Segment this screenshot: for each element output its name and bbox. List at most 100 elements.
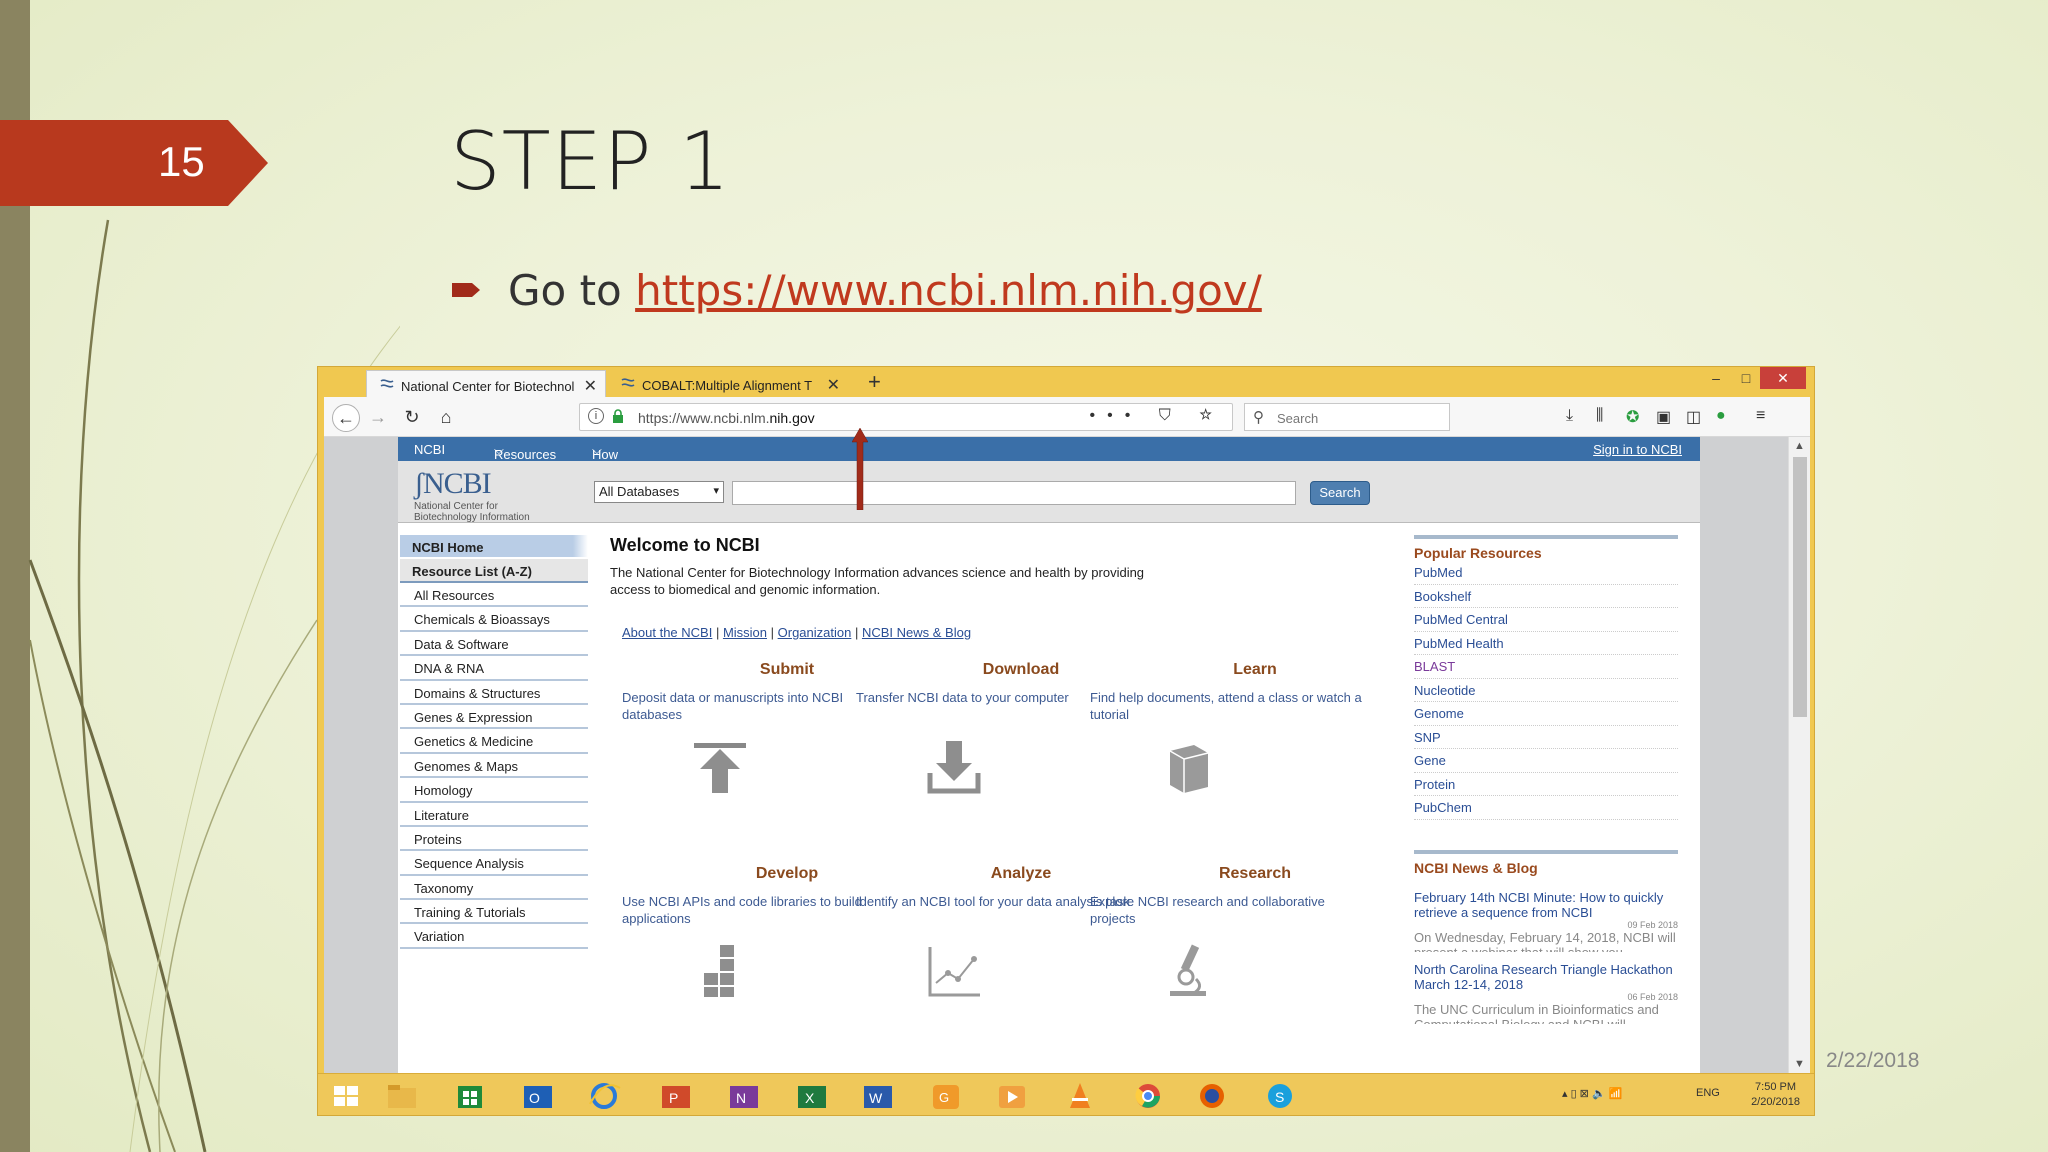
mission-link[interactable]: Mission	[723, 625, 767, 640]
popular-resource-link[interactable]: PubMed	[1414, 561, 1678, 585]
signin-link[interactable]: Sign in to NCBI	[1593, 442, 1682, 457]
sidebar-item[interactable]: Genomes & Maps	[400, 753, 588, 779]
popular-resource-link[interactable]: Bookshelf	[1414, 585, 1678, 608]
scroll-up-icon[interactable]: ▲	[1794, 440, 1805, 452]
grammarly-icon[interactable]: ●	[1716, 407, 1726, 425]
windows-start-icon[interactable]	[328, 1080, 364, 1112]
sidebar-icon[interactable]: ◫	[1686, 407, 1701, 427]
sidebar-item[interactable]: Taxonomy	[400, 875, 588, 901]
sidebar-item[interactable]: Proteins	[400, 826, 588, 852]
scroll-down-icon[interactable]: ▼	[1794, 1058, 1805, 1070]
about-link[interactable]: About the NCBI	[622, 625, 712, 640]
back-icon[interactable]: ←	[332, 404, 360, 432]
scroll-thumb[interactable]	[1793, 457, 1807, 717]
sidebar-item[interactable]: Literature	[400, 802, 588, 827]
sidebar-item[interactable]: Chemicals & Bioassays	[400, 607, 588, 632]
database-select[interactable]: All Databases ▾	[594, 481, 724, 503]
sidebar-item[interactable]: Domains & Structures	[400, 680, 588, 705]
tray-icons[interactable]: ▴ ▯ ⊠ 🔈 📶	[1562, 1087, 1622, 1100]
svg-text:G: G	[939, 1090, 949, 1105]
popular-resource-link[interactable]: Gene	[1414, 749, 1678, 773]
word-icon[interactable]: W	[860, 1080, 896, 1112]
pdf-app-icon[interactable]: G	[928, 1080, 964, 1112]
close-window-button[interactable]: ✕	[1760, 367, 1806, 389]
browser-screenshot: National Center for Biotechnol ✕ COBALT:…	[317, 366, 1815, 1116]
sidebar-item[interactable]: Homology	[400, 778, 588, 803]
sidebar-item[interactable]: Training & Tutorials	[400, 900, 588, 925]
ncbi-search-button[interactable]: Search	[1310, 481, 1370, 505]
media-player-icon[interactable]	[994, 1080, 1030, 1112]
news-item-snippet: On Wednesday, February 14, 2018, NCBI wi…	[1414, 929, 1676, 952]
skype-icon[interactable]: S	[1262, 1080, 1298, 1112]
card-research[interactable]: Research Explore NCBI research and colla…	[1090, 865, 1370, 996]
popular-resource-link[interactable]: PubChem	[1414, 796, 1678, 820]
chevron-down-icon: ▾	[713, 485, 719, 497]
forward-icon[interactable]: →	[364, 404, 392, 432]
tab-cobalt[interactable]: COBALT:Multiple Alignment T ✕	[608, 370, 848, 398]
nav-ncbi-home[interactable]: NCBI Home	[400, 535, 588, 559]
popular-resource-link[interactable]: PubMed Central	[1414, 608, 1678, 632]
popular-resource-link[interactable]: Genome	[1414, 702, 1678, 726]
popular-resources-title: Popular Resources	[1414, 545, 1542, 561]
card-learn[interactable]: Learn Find help documents, attend a clas…	[1090, 661, 1370, 793]
browser-search-input[interactable]: ⚲ Search	[1244, 403, 1450, 431]
news-blog-link[interactable]: NCBI News & Blog	[862, 625, 971, 640]
popular-resource-link[interactable]: Protein	[1414, 773, 1678, 796]
outlook-icon[interactable]: O	[520, 1080, 556, 1112]
reload-icon[interactable]: ↻	[398, 404, 426, 432]
sidebar-item[interactable]: DNA & RNA	[400, 656, 588, 681]
new-tab-button[interactable]: +	[868, 369, 881, 395]
download-icon	[927, 741, 981, 794]
news-item-title[interactable]: North Carolina Research Triangle Hackath…	[1414, 962, 1678, 992]
internet-explorer-icon[interactable]	[586, 1080, 622, 1112]
card-title: Submit	[759, 661, 815, 678]
url-bar[interactable]: i https://www.ncbi.nlm.nih.gov ••• ⛉ ☆	[579, 403, 1233, 431]
popular-resource-link[interactable]: SNP	[1414, 726, 1678, 749]
language-indicator[interactable]: ENG	[1696, 1087, 1720, 1099]
popular-resource-link[interactable]: PubMed Health	[1414, 632, 1678, 655]
page-viewport: NCBI Resources ⌵ How To ⌵ Sign in to NCB…	[324, 437, 1810, 1073]
nav-resource-list[interactable]: Resource List (A-Z)	[400, 559, 588, 583]
upload-icon	[694, 743, 746, 793]
sidebar-item[interactable]: Genetics & Medicine	[400, 729, 588, 754]
sidebar-item[interactable]: Variation	[400, 924, 588, 949]
powerpoint-icon[interactable]: P	[658, 1080, 694, 1112]
home-icon[interactable]: ⌂	[432, 404, 460, 432]
taskbar-clock[interactable]: 7:50 PM 2/20/2018	[1751, 1080, 1800, 1110]
ncbi-search-input[interactable]	[732, 481, 1296, 505]
onenote-icon[interactable]: N	[726, 1080, 762, 1112]
extension-icon[interactable]: ✪	[1626, 407, 1639, 427]
chrome-icon[interactable]	[1130, 1080, 1166, 1112]
download-icon[interactable]: ⤓	[1566, 407, 1573, 425]
ncbi-logo[interactable]: ʃNCBI	[414, 467, 492, 501]
ncbi-link[interactable]: https://www.ncbi.nlm.nih.gov/	[635, 266, 1262, 315]
excel-icon[interactable]: X	[794, 1080, 830, 1112]
organization-link[interactable]: Organization	[778, 625, 852, 640]
store-icon[interactable]	[452, 1080, 488, 1112]
library-icon[interactable]: ⫼	[1596, 407, 1603, 425]
ncbi-favicon-icon	[380, 379, 394, 388]
screenshot-icon[interactable]: ▣	[1656, 407, 1671, 427]
sidebar-item[interactable]: Data & Software	[400, 631, 588, 657]
scrollbar[interactable]: ▲ ▼	[1788, 437, 1810, 1073]
resources-menu[interactable]: Resources ⌵	[494, 442, 556, 462]
close-tab-icon[interactable]: ✕	[827, 375, 840, 395]
popular-resource-link[interactable]: Nucleotide	[1414, 679, 1678, 702]
ncbi-brand-link[interactable]: NCBI	[414, 442, 445, 457]
svg-text:P: P	[669, 1090, 678, 1106]
close-tab-icon[interactable]: ✕	[584, 376, 597, 396]
tab-ncbi[interactable]: National Center for Biotechnol ✕	[366, 370, 606, 398]
menu-icon[interactable]: ≡	[1756, 407, 1765, 425]
info-icon[interactable]: i	[588, 408, 604, 424]
firefox-icon[interactable]	[1194, 1080, 1230, 1112]
card-text: Find help documents, attend a class or w…	[1090, 690, 1362, 722]
file-explorer-icon[interactable]	[384, 1080, 420, 1112]
sidebar-item[interactable]: Genes & Expression	[400, 704, 588, 730]
sidebar-item[interactable]: Sequence Analysis	[400, 851, 588, 876]
page-actions-icon[interactable]: ••• ⛉ ☆	[1090, 407, 1225, 425]
sidebar-item[interactable]: All Resources	[400, 583, 588, 608]
vlc-icon[interactable]	[1062, 1080, 1098, 1112]
howto-menu[interactable]: How To ⌵	[592, 442, 618, 477]
popular-resource-link[interactable]: BLAST	[1414, 655, 1678, 679]
news-item-title[interactable]: February 14th NCBI Minute: How to quickl…	[1414, 890, 1678, 920]
